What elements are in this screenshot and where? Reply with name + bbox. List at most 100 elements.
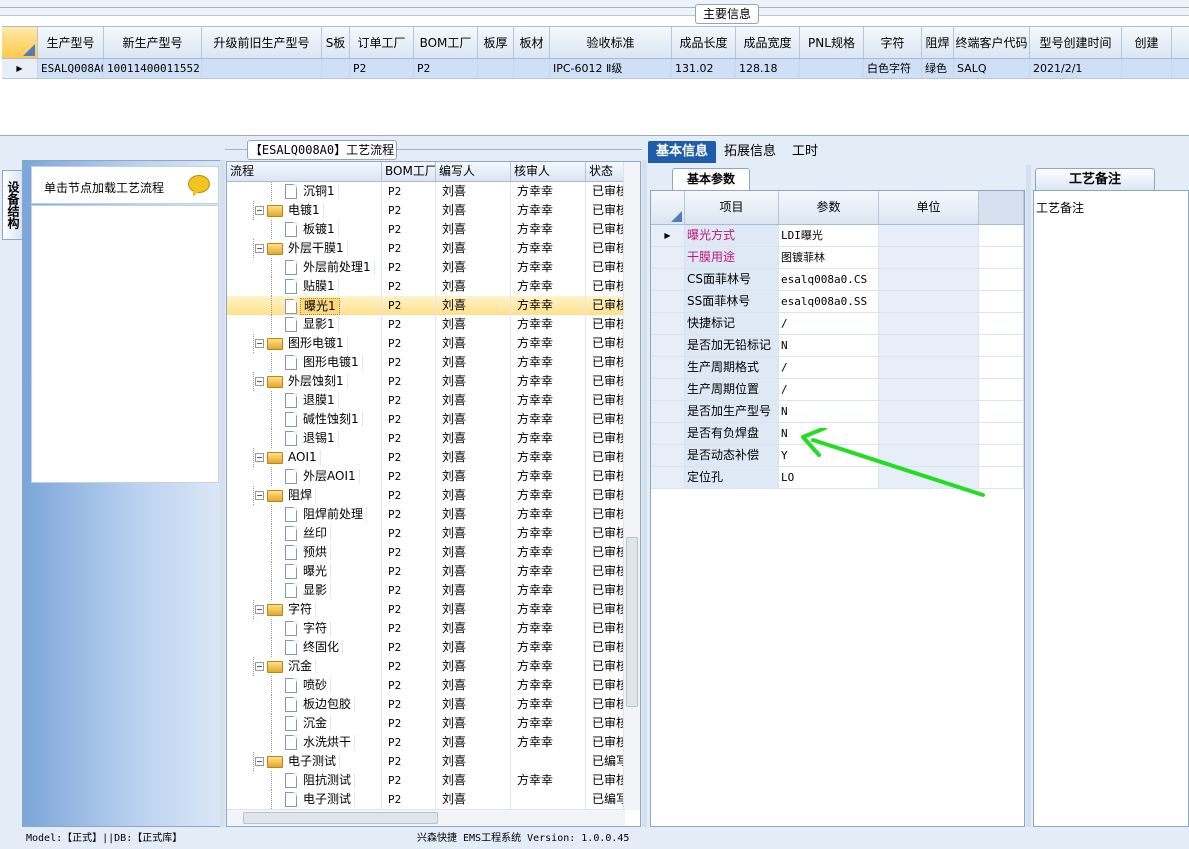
tree-row[interactable]: 图形电镀1 P2 刘喜 方幸幸 已审核 (227, 353, 640, 372)
tree-node-cell[interactable]: 外层前处理1 (227, 258, 382, 277)
tree-node-label[interactable]: 退锡1 (300, 431, 338, 446)
main-cell[interactable]: P2 (350, 59, 414, 78)
tree-node-label[interactable]: 外层AOI1 (300, 469, 359, 484)
tree-node-cell[interactable]: − 字符 (227, 600, 382, 619)
tree-node-cell[interactable]: 预烘 (227, 543, 382, 562)
param-item[interactable]: 生产周期格式 (685, 357, 779, 378)
tree-node-cell[interactable]: 外层AOI1 (227, 467, 382, 486)
tree-node-label[interactable]: 显影1 (300, 317, 338, 332)
tab-basic-params[interactable]: 基本参数 (672, 168, 750, 190)
collapse-toggle-icon[interactable]: − (255, 491, 264, 500)
main-cell[interactable] (478, 59, 514, 78)
tree-row[interactable]: − 图形电镀1 P2 刘喜 方幸幸 已审核 (227, 334, 640, 353)
main-cell[interactable]: 2021/2/1 (1030, 59, 1122, 78)
main-col-header[interactable]: 字符 (864, 27, 922, 58)
param-row[interactable]: 是否加生产型号 N (651, 401, 1024, 423)
tree-node-label[interactable]: 板边包胶 (300, 697, 354, 712)
tree-node-cell[interactable]: 沉铜1 (227, 182, 382, 201)
tree-node-label[interactable]: 曝光1 (300, 298, 340, 315)
tree-col-header[interactable]: BOM工厂 (382, 162, 436, 181)
main-col-header[interactable]: 生产型号 (38, 27, 104, 58)
main-cell[interactable] (202, 59, 322, 78)
tree-row[interactable]: 曝光 P2 刘喜 方幸幸 已审核 (227, 562, 640, 581)
tree-row[interactable]: 板镀1 P2 刘喜 方幸幸 已审核 (227, 220, 640, 239)
tree-row[interactable]: 退锡1 P2 刘喜 方幸幸 已审核 (227, 429, 640, 448)
tree-col-header[interactable]: 核审人 (511, 162, 586, 181)
param-unit[interactable] (879, 225, 979, 246)
param-row[interactable]: CS面菲林号 esalq008a0.CS (651, 269, 1024, 291)
mid-splitter[interactable] (642, 160, 647, 827)
tree-node-cell[interactable]: 退锡1 (227, 429, 382, 448)
param-item[interactable]: 是否动态补偿 (685, 445, 779, 466)
tree-node-cell[interactable]: 阻焊前处理 (227, 505, 382, 524)
tree-row[interactable]: 沉铜1 P2 刘喜 方幸幸 已审核 (227, 182, 640, 201)
param-unit[interactable] (879, 357, 979, 378)
main-col-header[interactable]: 升级前旧生产型号 (202, 27, 322, 58)
tree-node-cell[interactable]: 显影 (227, 581, 382, 600)
main-cell[interactable]: 白色字符 (864, 59, 922, 78)
param-row[interactable]: ▶ 曝光方式 LDI曝光 (651, 225, 1024, 247)
main-col-header[interactable]: 新生产型号 (104, 27, 202, 58)
main-cell[interactable] (1122, 59, 1172, 78)
main-col-header[interactable]: 型号创建时间 (1030, 27, 1122, 58)
main-col-header[interactable]: PNL规格 (800, 27, 864, 58)
equipment-tree[interactable] (31, 205, 219, 483)
main-cell[interactable]: 绿色 (922, 59, 954, 78)
main-col-header[interactable]: 阻焊 (922, 27, 954, 58)
tree-node-label[interactable]: 字符 (300, 621, 330, 636)
main-cell[interactable] (322, 59, 350, 78)
tree-node-cell[interactable]: 沉金 (227, 714, 382, 733)
main-col-header[interactable]: S板 (322, 27, 350, 58)
main-col-header[interactable]: 创建 (1122, 27, 1172, 58)
craft-notes-panel[interactable]: 工艺备注 (1033, 190, 1189, 827)
param-unit[interactable] (879, 269, 979, 290)
tree-node-label[interactable]: 沉金 (300, 716, 330, 731)
tree-row[interactable]: − 阻焊 P2 刘喜 方幸幸 已审核 (227, 486, 640, 505)
collapse-toggle-icon[interactable]: − (255, 453, 264, 462)
main-col-header[interactable]: 终端客户代码 (954, 27, 1030, 58)
tree-node-label[interactable]: 阻抗测试 (300, 773, 354, 788)
main-grid-row[interactable]: ▶ ESALQ008A0 10011400011552 P2 P2 IPC-6012 Ⅱ级… (2, 59, 1189, 79)
tree-node-cell[interactable]: − 沉金 (227, 657, 382, 676)
tab-basic-info[interactable]: 基本信息 (648, 141, 717, 163)
collapse-toggle-icon[interactable]: − (255, 244, 264, 253)
main-info-title[interactable]: 主要信息 (695, 4, 759, 24)
param-value[interactable]: N (779, 335, 879, 356)
tree-node-label[interactable]: 水洗烘干 (300, 735, 354, 750)
main-cell[interactable]: ESALQ008A0 (38, 59, 104, 78)
tree-row[interactable]: 显影1 P2 刘喜 方幸幸 已审核 (227, 315, 640, 334)
process-tree-hscrollbar[interactable] (227, 809, 625, 826)
tree-row[interactable]: 退膜1 P2 刘喜 方幸幸 已审核 (227, 391, 640, 410)
param-value[interactable]: / (779, 357, 879, 378)
tree-row[interactable]: − 电镀1 P2 刘喜 方幸幸 已审核 (227, 201, 640, 220)
tree-row[interactable]: 碱性蚀刻1 P2 刘喜 方幸幸 已审核 (227, 410, 640, 429)
param-item[interactable]: 生产周期位置 (685, 379, 779, 400)
tree-row[interactable]: 阻焊前处理 P2 刘喜 方幸幸 已审核 (227, 505, 640, 524)
tree-node-cell[interactable]: 曝光 (227, 562, 382, 581)
tree-node-cell[interactable]: − 电子测试 (227, 752, 382, 771)
tree-node-cell[interactable]: 水洗烘干 (227, 733, 382, 752)
tree-row[interactable]: 电子测试 P2 刘喜 已编写 (227, 790, 640, 809)
param-value[interactable]: LDI曝光 (779, 225, 879, 246)
tree-row[interactable]: 外层AOI1 P2 刘喜 方幸幸 已审核 (227, 467, 640, 486)
tree-row[interactable]: − 外层蚀刻1 P2 刘喜 方幸幸 已审核 (227, 372, 640, 391)
param-item[interactable]: 曝光方式 (685, 225, 779, 246)
tree-row[interactable]: 水洗烘干 P2 刘喜 方幸幸 已审核 (227, 733, 640, 752)
tree-node-label[interactable]: 沉铜1 (300, 184, 338, 199)
tree-node-label[interactable]: 碱性蚀刻1 (300, 412, 362, 427)
tree-node-label[interactable]: 图形电镀1 (285, 336, 347, 351)
tree-node-label[interactable]: 字符 (285, 602, 315, 617)
param-row[interactable]: 干膜用途 图镀菲林 (651, 247, 1024, 269)
main-cell[interactable] (800, 59, 864, 78)
tree-node-cell[interactable]: − 电镀1 (227, 201, 382, 220)
collapse-toggle-icon[interactable]: − (255, 605, 264, 614)
tree-node-cell[interactable]: 曝光1 (227, 296, 382, 315)
param-item[interactable]: 快捷标记 (685, 313, 779, 334)
main-cell[interactable]: P2 (414, 59, 478, 78)
tree-node-label[interactable]: AOI1 (285, 450, 320, 465)
param-row[interactable]: 生产周期格式 / (651, 357, 1024, 379)
main-col-header[interactable]: 订单工厂 (350, 27, 414, 58)
main-col-header[interactable]: 成品长度 (672, 27, 736, 58)
tree-row[interactable]: − 电子测试 P2 刘喜 已编写 (227, 752, 640, 771)
param-value[interactable]: 图镀菲林 (779, 247, 879, 268)
